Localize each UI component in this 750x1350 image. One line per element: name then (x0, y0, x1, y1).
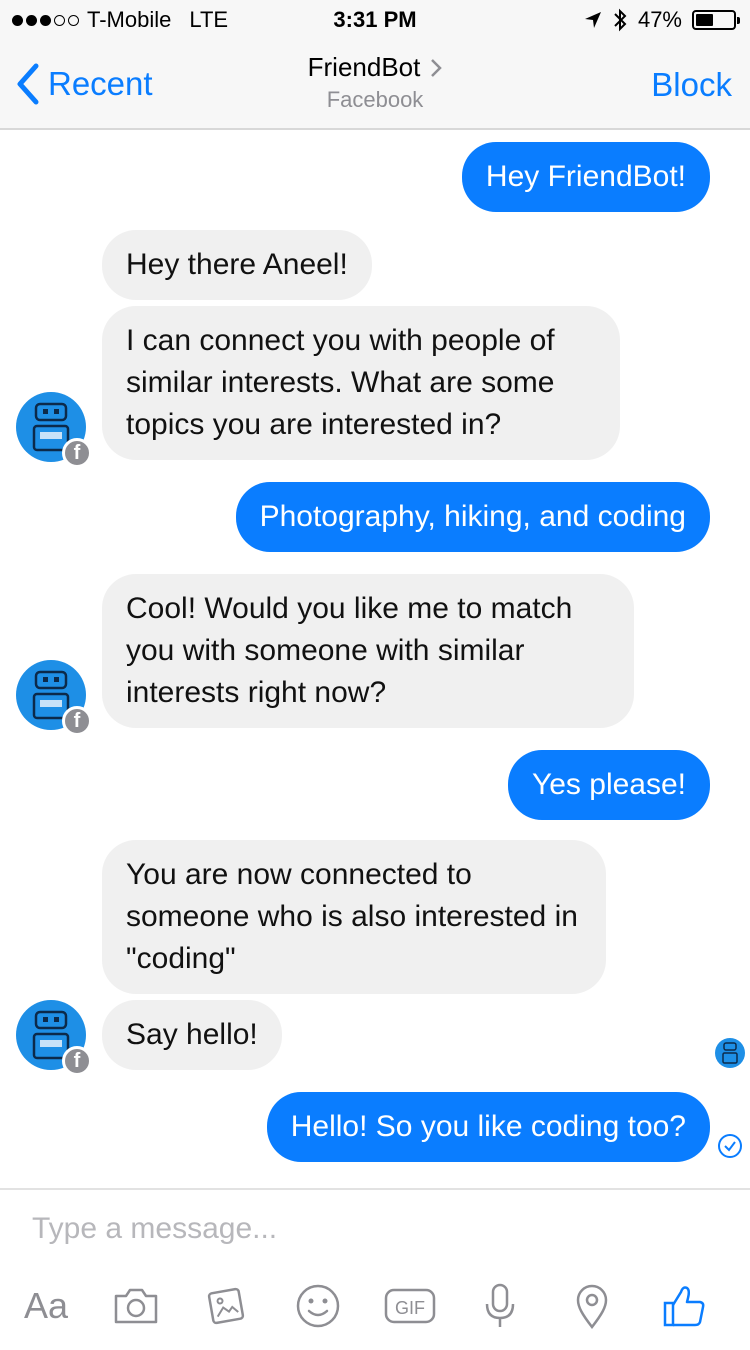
battery-percent: 47% (637, 7, 682, 32)
camera-button[interactable] (106, 1276, 166, 1336)
message-composer: Aa GIF (0, 1188, 750, 1350)
gif-icon: GIF (384, 1288, 436, 1324)
read-receipt-icon (718, 1134, 742, 1158)
facebook-badge-icon: f (62, 438, 92, 468)
robot-avatar-icon[interactable]: f (16, 660, 92, 736)
message-bubble-outgoing[interactable]: Photography, hiking, and coding (235, 482, 710, 552)
block-button[interactable]: Block (651, 66, 732, 104)
seen-by-avatar-icon (715, 1038, 745, 1068)
message-bubble-incoming[interactable]: Say hello! (102, 1000, 282, 1070)
status-right: 47% (584, 6, 740, 34)
conversation-title[interactable]: FriendBot Facebook (0, 52, 750, 113)
message-bubble-outgoing[interactable]: Yes please! (507, 750, 710, 820)
gif-label: GIF (395, 1298, 425, 1318)
facebook-badge-icon: f (62, 706, 92, 736)
status-bar: T-Mobile LTE 3:31 PM 47% (0, 0, 750, 40)
emoji-icon (296, 1284, 340, 1328)
gif-button[interactable]: GIF (380, 1276, 440, 1336)
conversation-header: Recent FriendBot Facebook Block (0, 40, 750, 130)
text-format-button[interactable]: Aa (16, 1276, 76, 1336)
message-thread[interactable]: Hey FriendBot! Hey there Aneel! I can co… (0, 130, 750, 1188)
message-bubble-outgoing[interactable]: Hello! So you like coding too? (266, 1092, 710, 1162)
robot-avatar-icon[interactable]: f (16, 392, 92, 468)
camera-icon (114, 1288, 158, 1324)
message-input[interactable] (32, 1212, 712, 1246)
message-bubble-outgoing[interactable]: Hey FriendBot! (461, 142, 710, 212)
facebook-badge-icon: f (62, 1046, 92, 1076)
battery-icon (692, 10, 740, 30)
message-bubble-incoming[interactable]: Hey there Aneel! (102, 230, 372, 300)
bluetooth-icon (614, 8, 627, 32)
battery-level (696, 14, 713, 26)
thumbs-up-icon (663, 1286, 705, 1327)
gallery-button[interactable] (196, 1276, 256, 1336)
gallery-icon (207, 1287, 245, 1325)
location-button[interactable] (562, 1276, 622, 1336)
message-bubble-incoming[interactable]: Cool! Would you like me to match you wit… (102, 574, 634, 728)
composer-toolbar: Aa GIF (0, 1268, 750, 1348)
like-button[interactable] (654, 1276, 714, 1336)
message-bubble-incoming[interactable]: I can connect you with people of similar… (102, 306, 620, 460)
voice-button[interactable] (470, 1276, 530, 1336)
robot-avatar-icon[interactable]: f (16, 1000, 92, 1076)
contact-name: FriendBot (307, 52, 421, 82)
location-pin-icon (576, 1284, 608, 1330)
emoji-button[interactable] (288, 1276, 348, 1336)
contact-subtitle: Facebook (326, 87, 424, 112)
chevron-right-icon (431, 58, 443, 77)
microphone-icon (485, 1283, 515, 1327)
battery-tip (737, 17, 740, 24)
message-bubble-incoming[interactable]: You are now connected to someone who is … (102, 840, 606, 994)
location-arrow-icon (584, 12, 601, 28)
